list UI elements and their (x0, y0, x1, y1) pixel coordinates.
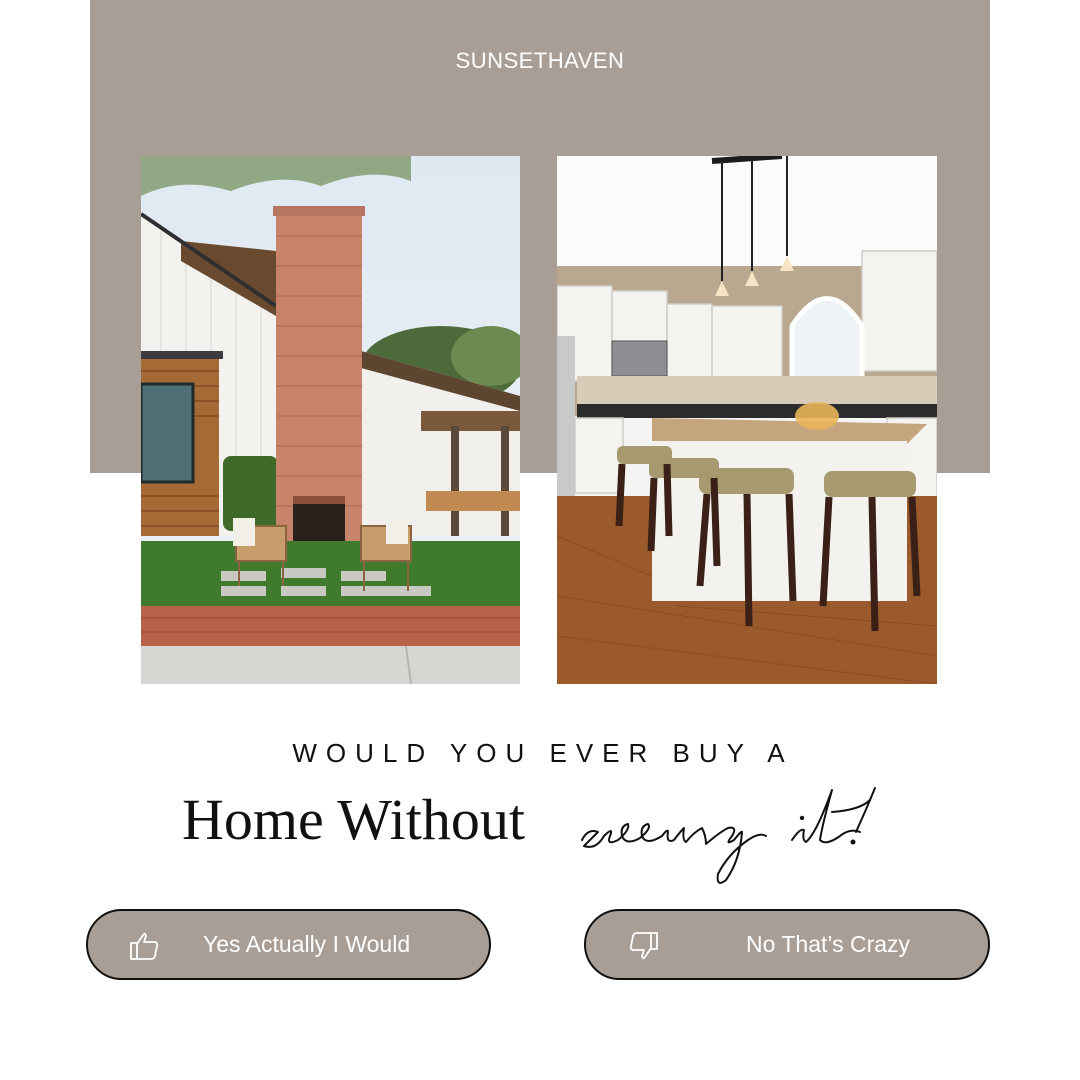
script-headline-graphic (581, 787, 876, 884)
yes-button[interactable]: Yes Actually I Would (86, 909, 491, 980)
headline: Home Without (182, 787, 525, 852)
yes-button-label: Yes Actually I Would (203, 931, 411, 957)
thumbs-up-icon (130, 932, 159, 960)
no-button-label: No That’s Crazy (746, 931, 911, 957)
question-eyebrow: WOULD YOU EVER BUY A (292, 738, 794, 768)
no-button[interactable]: No That’s Crazy (584, 909, 990, 980)
brand-name: SUNSETHAVEN (455, 48, 625, 73)
thumbs-down-icon (629, 932, 658, 960)
kitchen-photo (557, 156, 937, 684)
house-exterior-photo (141, 156, 520, 684)
